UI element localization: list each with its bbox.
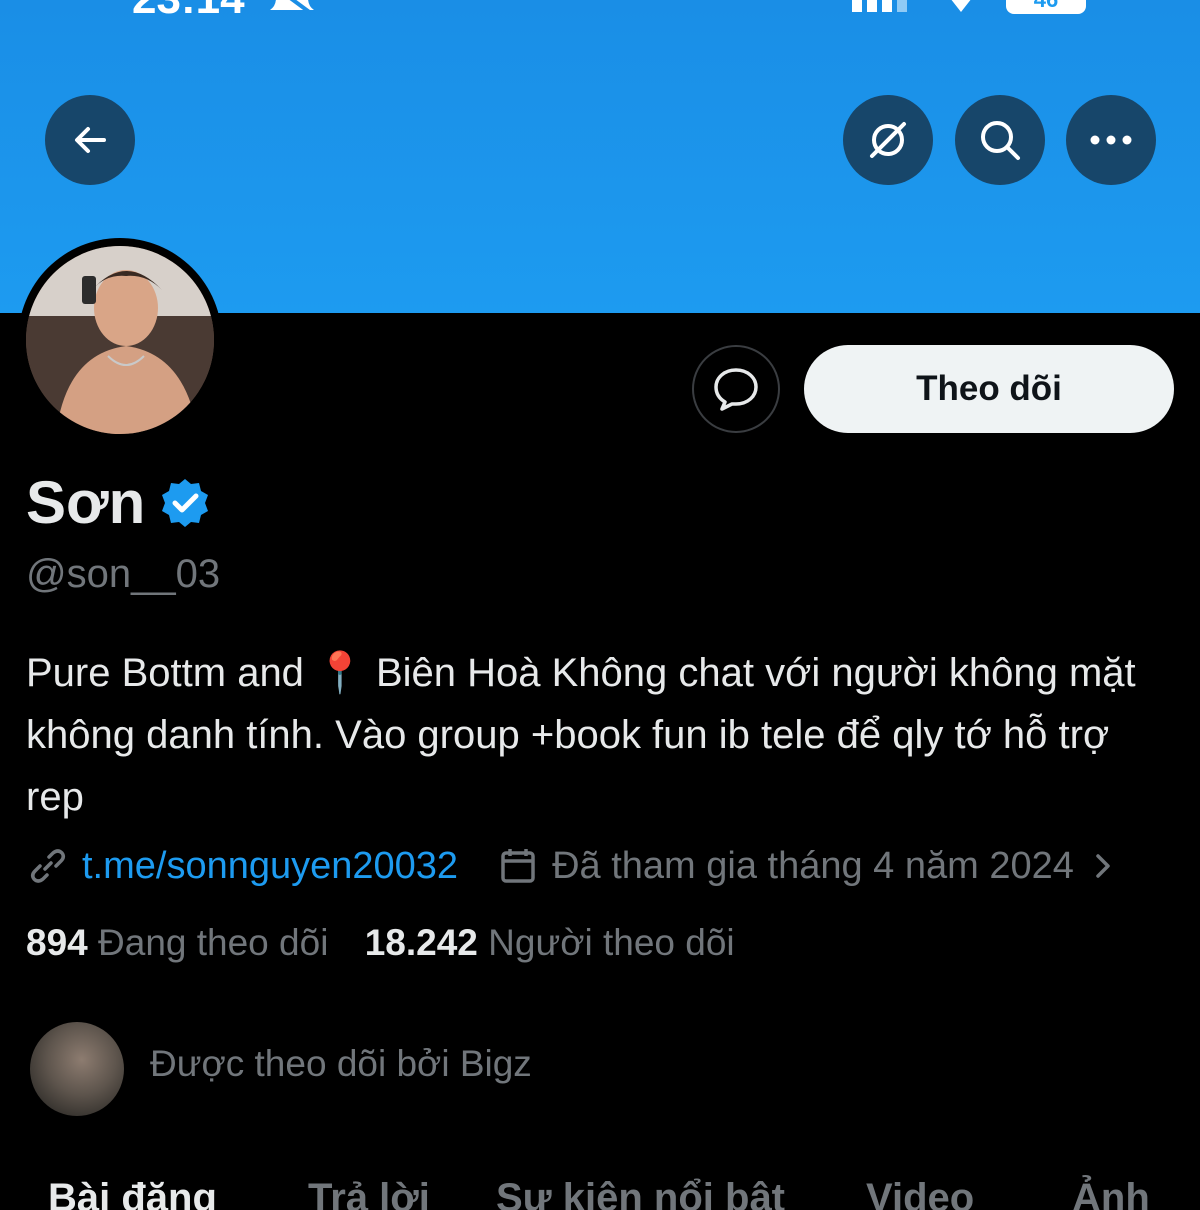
wifi-icon (951, 0, 971, 12)
more-icon (1090, 135, 1132, 145)
back-arrow-icon (75, 127, 106, 153)
followers-stat[interactable]: 18.242 Người theo dõi (365, 922, 735, 963)
profile-bio: Pure Bottm and 📍 Biên Hoà Không chat với… (26, 651, 1136, 819)
follower-avatar[interactable] (30, 1022, 124, 1116)
followers-label: Người theo dõi (488, 922, 735, 963)
calendar-icon (501, 849, 535, 883)
verified-badge-icon[interactable] (159, 477, 211, 529)
follow-stats: 894 Đang theo dõi 18.242 Người theo dõi (26, 922, 735, 964)
tab-posts[interactable]: Bài đăng (48, 1176, 217, 1210)
grok-icon (870, 122, 906, 158)
following-label: Đang theo dõi (98, 922, 329, 963)
following-count: 894 (26, 922, 88, 963)
search-icon (981, 121, 1020, 160)
link-icon (30, 849, 66, 883)
message-button[interactable] (692, 345, 780, 433)
profile-link[interactable]: t.me/sonnguyen20032 (82, 845, 458, 888)
tab-replies[interactable]: Trả lời (308, 1176, 430, 1210)
bell-muted-icon (270, 0, 314, 16)
tab-videos[interactable]: Video (866, 1176, 974, 1210)
search-button[interactable] (955, 95, 1045, 185)
tab-photos[interactable]: Ảnh (1072, 1176, 1150, 1210)
profile-avatar[interactable] (18, 238, 222, 442)
back-button[interactable] (45, 95, 135, 185)
joined-date: Đã tham gia tháng 4 năm 2024 (552, 844, 1074, 887)
followed-by-text[interactable]: Được theo dõi bởi Bigz (150, 1043, 532, 1085)
chevron-right-icon[interactable] (1092, 848, 1116, 884)
status-time: 23:14 (132, 0, 245, 24)
followers-count: 18.242 (364, 922, 478, 963)
profile-meta-row: t.me/sonnguyen20032 Đã tham gia tháng 4 … (28, 840, 1116, 892)
profile-handle: @son__03 (26, 552, 221, 596)
profile-name-row: Sơn (26, 468, 211, 537)
signal-icon (852, 0, 907, 12)
message-icon (714, 368, 758, 411)
battery-indicator: 46 (1006, 0, 1086, 14)
follow-button[interactable]: Theo dõi (804, 345, 1174, 433)
display-name: Sơn (26, 469, 146, 536)
tab-highlights[interactable]: Sự kiện nổi bật (496, 1176, 785, 1210)
profile-tabs: Bài đăng Trả lời Sự kiện nổi bật Video Ả… (0, 1170, 1200, 1210)
more-options-button[interactable] (1066, 95, 1156, 185)
grok-button[interactable] (843, 95, 933, 185)
following-stat[interactable]: 894 Đang theo dõi (26, 922, 339, 963)
avatar-image (26, 246, 214, 434)
